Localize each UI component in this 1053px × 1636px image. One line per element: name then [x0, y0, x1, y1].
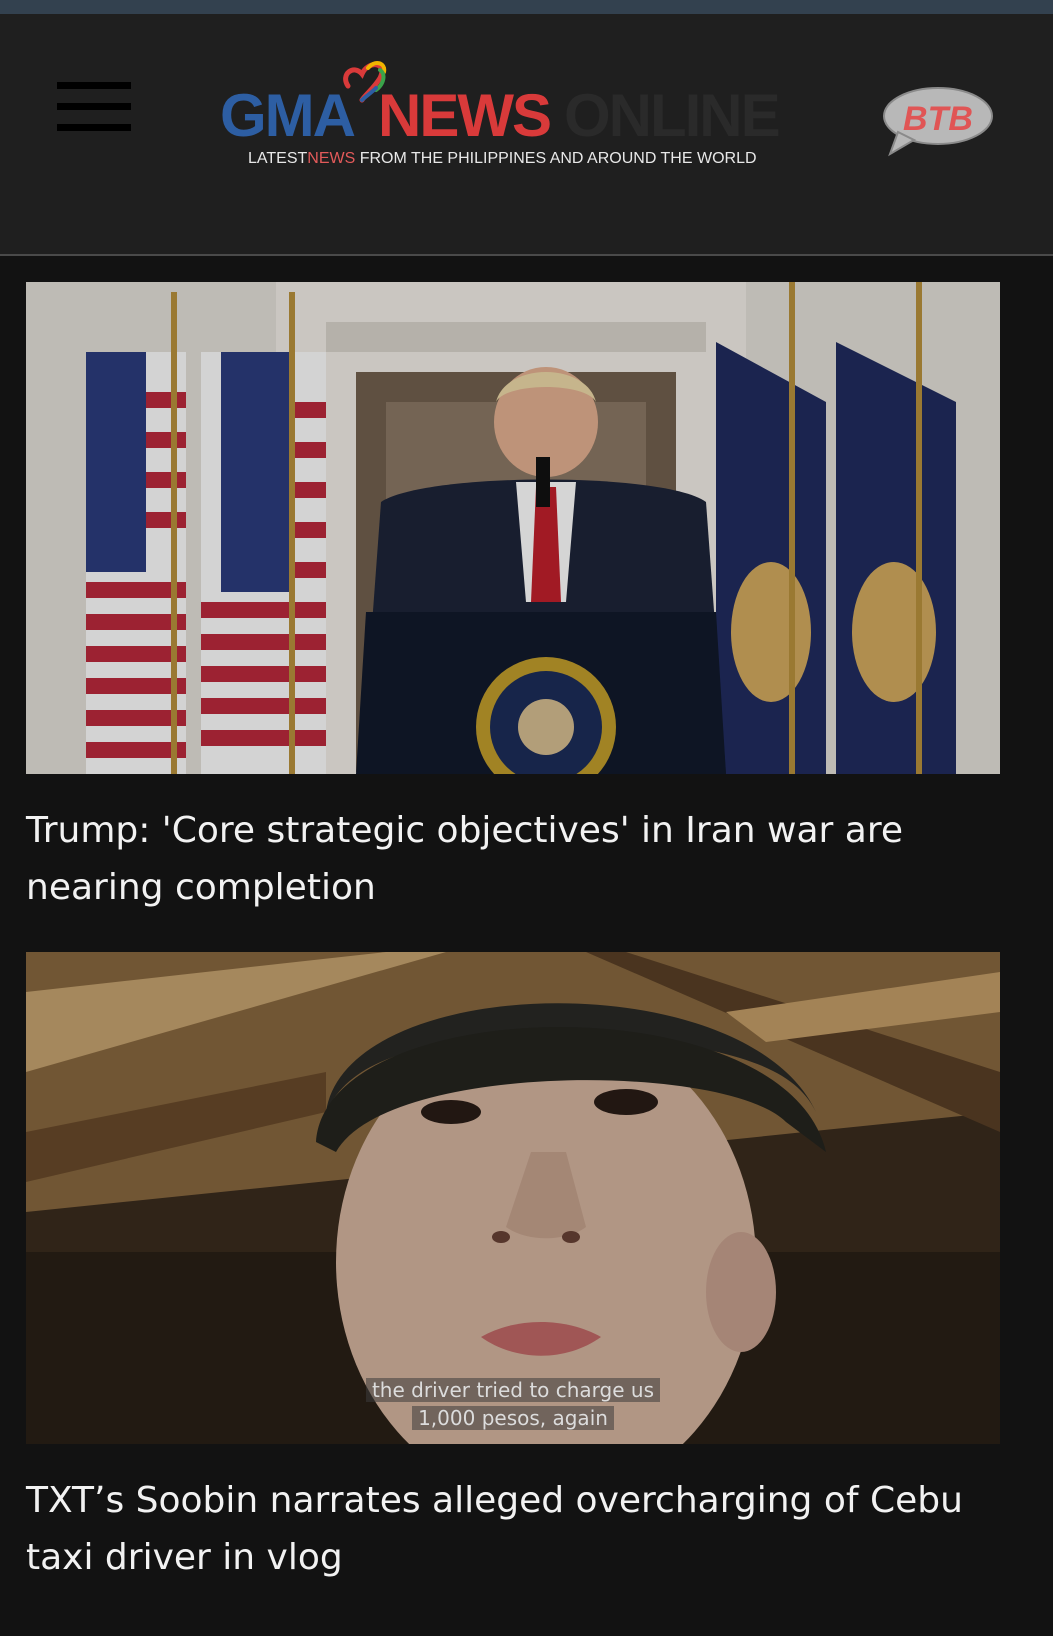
tagline-prefix: LATEST [248, 150, 308, 167]
logo-online: ONLINE [563, 82, 781, 149]
speech-bubble-icon: BTB [883, 87, 993, 157]
subtitle-line-1: the driver tried to charge us [365, 1378, 661, 1402]
subtitle-line-2: 1,000 pesos, again [412, 1406, 614, 1430]
article-image-vlog-still[interactable]: the driver tried to charge us 1,000 peso… [26, 952, 1000, 1444]
article-title[interactable]: Trump: 'Core strategic objectives' in Ir… [26, 802, 1000, 916]
article-card[interactable]: the driver tried to charge us 1,000 peso… [26, 952, 1000, 1586]
video-subtitle: the driver tried to charge us 1,000 peso… [26, 1378, 1000, 1430]
article-card[interactable]: Trump: 'Core strategic objectives' in Ir… [26, 282, 1000, 916]
logo-wordmark: GMA NEWS ONLINE [220, 86, 781, 146]
site-tagline: LATESTNEWS FROM THE PHILIPPINES AND AROU… [248, 150, 788, 168]
article-image-press-conference[interactable] [26, 282, 1000, 774]
tagline-suffix: FROM THE PHILIPPINES AND AROUND THE WORL… [355, 150, 757, 167]
status-strip [0, 0, 1053, 14]
site-header: GMA NEWS ONLINE LATESTNEWS FROM THE PHILIP… [0, 14, 1053, 256]
hamburger-menu-icon[interactable] [57, 82, 131, 132]
btb-badge-button[interactable]: BTB [878, 84, 996, 158]
article-title[interactable]: TXT’s Soobin narrates alleged overchargi… [26, 1472, 1000, 1586]
logo-gma: GMA [220, 82, 356, 149]
btb-label: BTB [903, 100, 973, 138]
gma-news-online-logo[interactable]: GMA NEWS ONLINE [214, 42, 814, 202]
tagline-highlight: NEWS [307, 150, 356, 167]
logo-news: NEWS [377, 82, 552, 149]
